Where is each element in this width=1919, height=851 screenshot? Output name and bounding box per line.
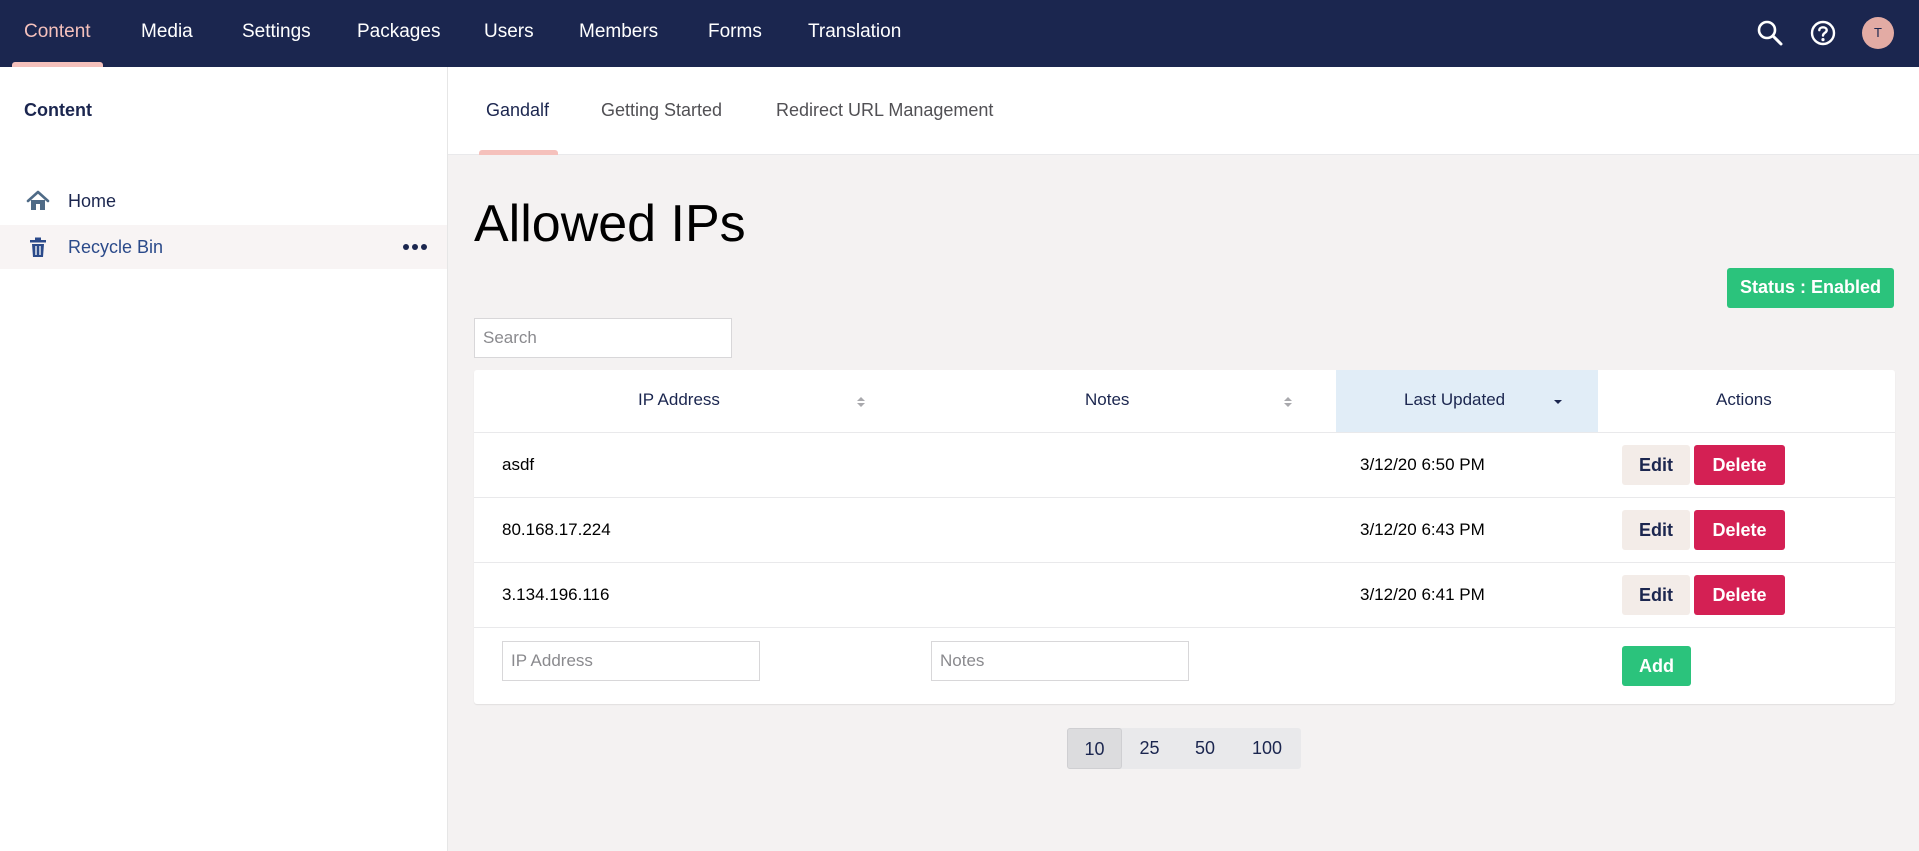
page-size-option-50[interactable]: 50	[1177, 728, 1233, 769]
tree-item-label: Recycle Bin	[68, 237, 164, 257]
content-tabs-header: Gandalf Getting Started Redirect URL Man…	[448, 67, 1919, 155]
page-title: Allowed IPs	[474, 195, 746, 253]
column-header-last-updated[interactable]: Last Updated	[1404, 370, 1505, 432]
cell-ip-address: 3.134.196.116	[502, 585, 610, 604]
edit-button[interactable]: Edit	[1622, 575, 1690, 615]
sort-descending-icon[interactable]	[1552, 395, 1564, 409]
nav-item-media[interactable]: Media	[141, 0, 193, 67]
page-size-selector: 10 25 50 100	[1067, 728, 1301, 769]
top-navigation-bar: Content Media Settings Packages Users Me…	[0, 0, 1919, 67]
nav-item-forms[interactable]: Forms	[708, 0, 762, 67]
home-icon	[26, 190, 50, 210]
new-notes-input[interactable]	[931, 641, 1189, 681]
content-tree-sidebar: Content Home Recycle Bin	[0, 67, 448, 851]
table-row: 3.134.196.116 3/12/20 6:41 PM Edit Delet…	[474, 562, 1895, 627]
cell-last-updated: 3/12/20 6:43 PM	[1360, 520, 1485, 539]
nav-item-settings[interactable]: Settings	[242, 0, 311, 67]
tab-active-indicator	[479, 150, 558, 155]
cell-last-updated: 3/12/20 6:41 PM	[1360, 585, 1485, 604]
page-size-option-25[interactable]: 25	[1122, 728, 1177, 769]
edit-button[interactable]: Edit	[1622, 510, 1690, 550]
table-row: asdf 3/12/20 6:50 PM Edit Delete	[474, 432, 1895, 497]
delete-button[interactable]: Delete	[1694, 575, 1785, 615]
nav-item-users[interactable]: Users	[484, 0, 534, 67]
tab-getting-started[interactable]: Getting Started	[601, 67, 722, 155]
status-toggle-button[interactable]: Status : Enabled	[1727, 268, 1894, 308]
add-button[interactable]: Add	[1622, 646, 1691, 686]
nav-item-members[interactable]: Members	[579, 0, 658, 67]
tree-item-label: Home	[68, 191, 117, 211]
tab-gandalf[interactable]: Gandalf	[486, 67, 549, 155]
new-ip-address-input[interactable]	[502, 641, 760, 681]
trash-icon	[30, 237, 46, 257]
column-header-actions: Actions	[1716, 390, 1772, 409]
sidebar-title[interactable]: Content	[24, 100, 92, 121]
user-avatar[interactable]: T	[1862, 17, 1894, 49]
help-icon[interactable]	[1807, 17, 1839, 49]
new-ip-row: Add	[474, 627, 1895, 704]
tree-item-recycle-bin[interactable]: Recycle Bin	[0, 225, 447, 269]
search-icon[interactable]	[1754, 17, 1786, 49]
more-options-icon[interactable]	[400, 232, 430, 262]
allowed-ips-table: IP Address Notes Last Updated Actions as…	[474, 370, 1895, 704]
cell-ip-address: asdf	[502, 455, 535, 474]
cell-last-updated: 3/12/20 6:50 PM	[1360, 455, 1485, 474]
delete-button[interactable]: Delete	[1694, 510, 1785, 550]
nav-item-content[interactable]: Content	[24, 0, 91, 67]
column-header-notes[interactable]: Notes	[1085, 370, 1129, 432]
delete-button[interactable]: Delete	[1694, 445, 1785, 485]
tab-redirect-url-management[interactable]: Redirect URL Management	[776, 67, 993, 155]
page-size-option-100[interactable]: 100	[1233, 728, 1301, 769]
nav-item-packages[interactable]: Packages	[357, 0, 440, 67]
nav-item-translation[interactable]: Translation	[808, 0, 901, 67]
column-header-ip-address[interactable]: IP Address	[638, 370, 720, 432]
table-row: 80.168.17.224 3/12/20 6:43 PM Edit Delet…	[474, 497, 1895, 562]
sort-icon[interactable]	[855, 395, 867, 409]
edit-button[interactable]: Edit	[1622, 445, 1690, 485]
search-input[interactable]	[474, 318, 732, 358]
sort-icon[interactable]	[1282, 395, 1294, 409]
tree-item-home[interactable]: Home	[0, 179, 447, 223]
page-size-option-10[interactable]: 10	[1067, 728, 1122, 769]
cell-ip-address: 80.168.17.224	[502, 520, 611, 539]
